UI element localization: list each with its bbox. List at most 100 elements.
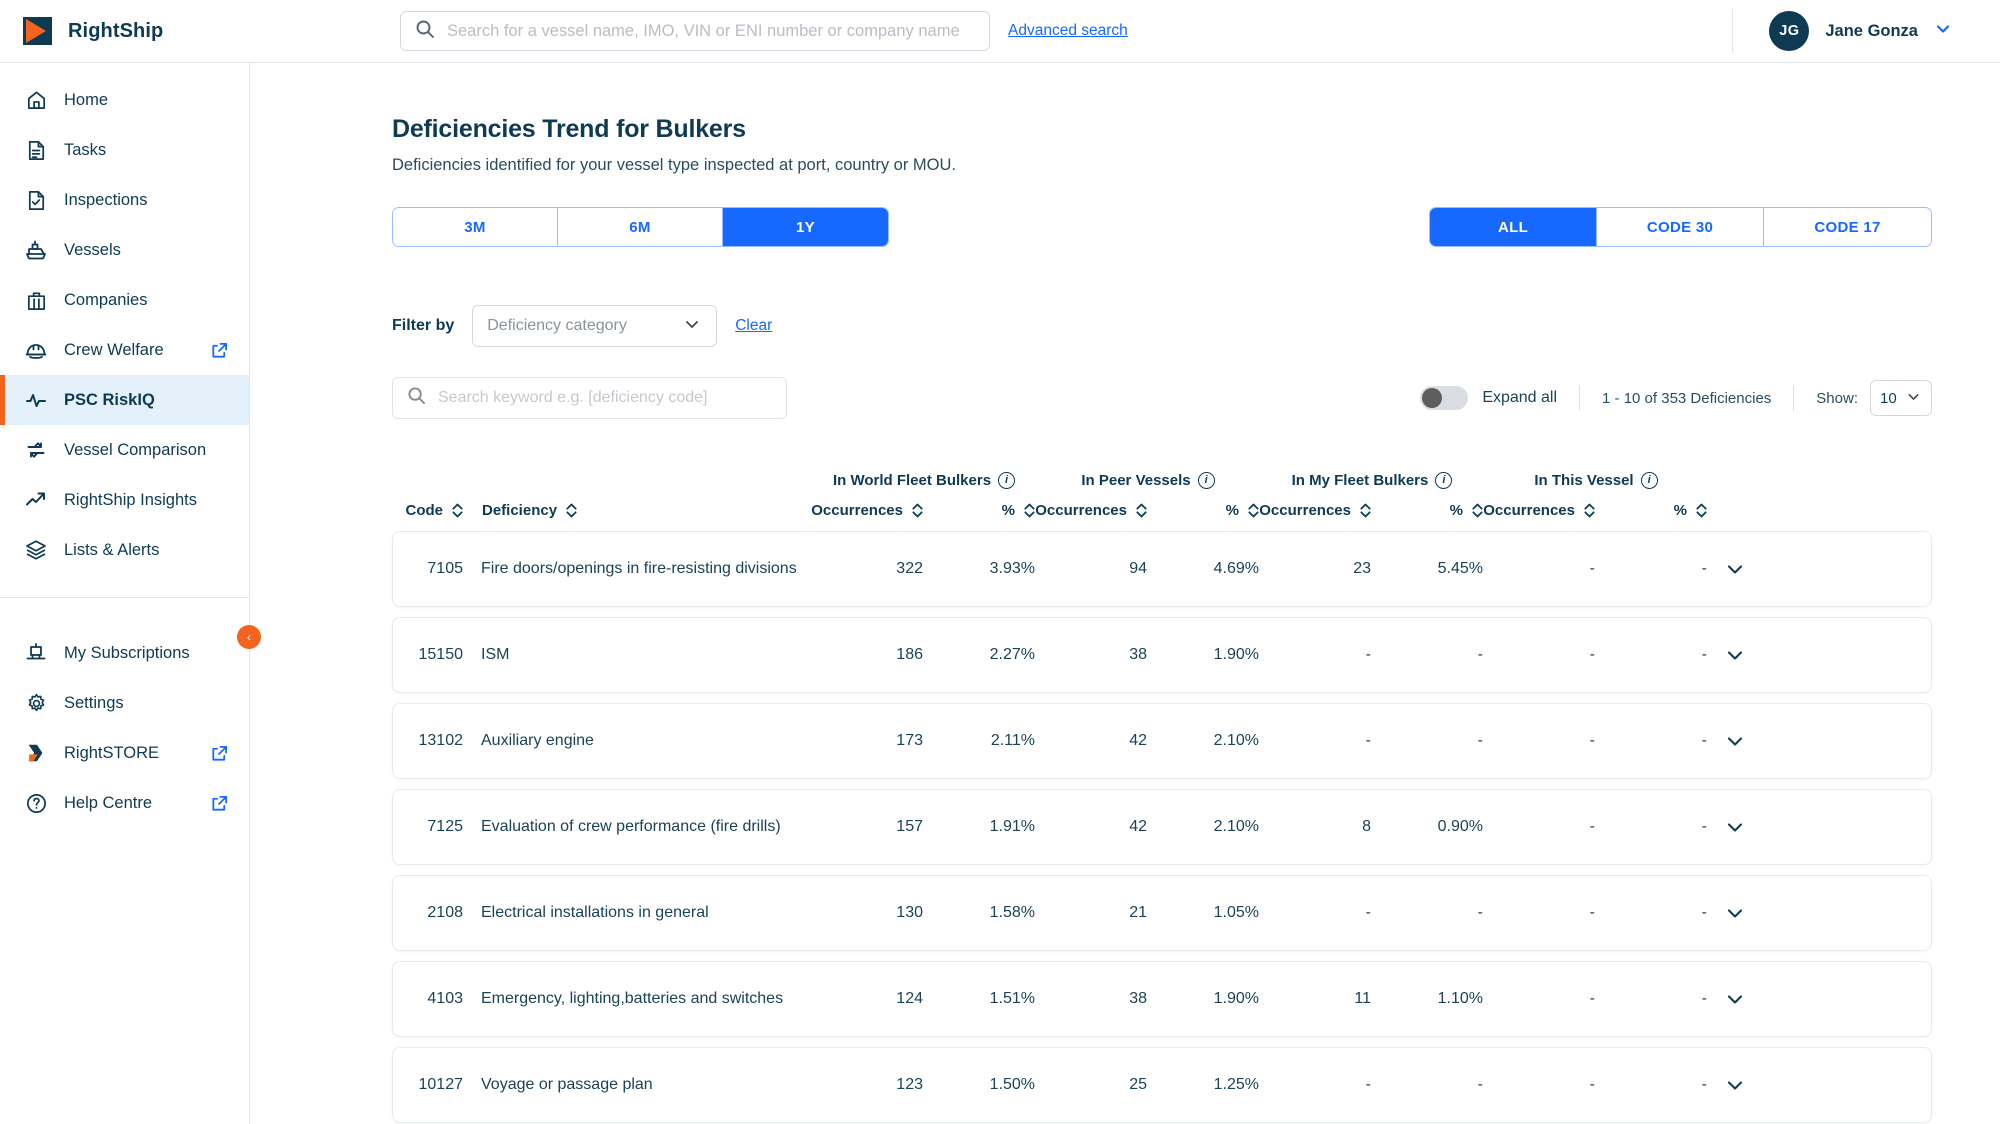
sidebar-collapse-button[interactable]: ‹ xyxy=(237,625,261,649)
search-icon xyxy=(407,386,426,410)
sort-toggle-icon[interactable] xyxy=(1359,502,1372,519)
sort-toggle-icon[interactable] xyxy=(565,502,578,519)
table-row[interactable]: 7125 Evaluation of crew performance (fire… xyxy=(392,789,1932,865)
col-header-code[interactable]: Code xyxy=(394,502,482,519)
external-link-icon[interactable] xyxy=(210,341,229,360)
info-icon[interactable]: i xyxy=(1435,472,1453,489)
row-expand-chevron-icon[interactable] xyxy=(1707,1074,1763,1096)
col-header-fleet-percent[interactable]: % xyxy=(1372,502,1484,519)
cell-peer-percent: 2.10% xyxy=(1213,732,1259,749)
global-search-box[interactable] xyxy=(400,11,990,51)
tab-code-30[interactable]: CODE 30 xyxy=(1597,208,1764,246)
row-expand-chevron-icon[interactable] xyxy=(1707,644,1763,666)
global-search-input[interactable] xyxy=(447,21,975,41)
sort-toggle-icon[interactable] xyxy=(911,502,924,519)
table-row[interactable]: 2108 Electrical installations in general 1… xyxy=(392,875,1932,951)
sidebar-item-psc-riskiq[interactable]: PSC RiskIQ xyxy=(0,375,249,425)
expand-all-control[interactable]: Expand all xyxy=(1420,386,1579,410)
tab-period-1y[interactable]: 1Y xyxy=(723,208,888,246)
cell-world-occurrences: 186 xyxy=(896,646,923,663)
col-header-peer-occurrences[interactable]: Occurrences xyxy=(1035,502,1148,519)
sidebar-item-inspections[interactable]: Inspections xyxy=(0,175,249,225)
keyword-search-input[interactable] xyxy=(438,389,772,407)
sidebar-item-settings[interactable]: Settings xyxy=(0,678,249,728)
gear-icon xyxy=(24,691,48,715)
cell-deficiency: Emergency, lighting,batteries and switch… xyxy=(481,990,784,1007)
external-link-icon[interactable] xyxy=(210,744,229,763)
sort-toggle-icon[interactable] xyxy=(1247,502,1260,519)
info-icon[interactable]: i xyxy=(1640,472,1658,489)
table-row[interactable]: 13102 Auxiliary engine 173 2.11% 42 2.10% - - - - xyxy=(392,703,1932,779)
tab-code-17[interactable]: CODE 17 xyxy=(1764,208,1931,246)
col-header-fleet-occurrences[interactable]: Occurrences xyxy=(1259,501,1372,519)
user-menu[interactable]: JG Jane Gonza xyxy=(1732,9,1952,53)
keyword-search-box[interactable] xyxy=(392,377,787,419)
col-header-peer-percent[interactable]: % xyxy=(1148,502,1260,519)
global-search-area: Advanced search xyxy=(400,11,1128,51)
cell-fleet-percent: 0.90% xyxy=(1437,818,1483,835)
inspections-check-document-icon xyxy=(24,188,48,212)
tab-code-all[interactable]: ALL xyxy=(1430,208,1597,246)
sidebar-item-tasks[interactable]: Tasks xyxy=(0,125,249,175)
sidebar-item-vessels[interactable]: Vessels xyxy=(0,225,249,275)
sidebar-item-companies[interactable]: Companies xyxy=(0,275,249,325)
sidebar-item-home[interactable]: Home xyxy=(0,75,249,125)
cell-deficiency: Fire doors/openings in fire-resisting di… xyxy=(481,560,797,577)
brand-logo[interactable]: RightShip xyxy=(0,15,250,47)
sidebar-item-lists-alerts[interactable]: Lists & Alerts xyxy=(0,525,249,575)
cell-peer-occurrences: 94 xyxy=(1129,560,1147,577)
cell-world-percent: 1.50% xyxy=(989,1076,1035,1093)
sort-toggle-icon[interactable] xyxy=(1583,502,1596,519)
sidebar: Home Tasks Inspections Vessels Companies… xyxy=(0,63,261,1124)
col-header-vessel-percent[interactable]: % xyxy=(1596,502,1708,519)
sort-toggle-icon[interactable] xyxy=(1471,502,1484,519)
external-link-icon[interactable] xyxy=(210,794,229,813)
row-expand-chevron-icon[interactable] xyxy=(1707,730,1763,752)
col-header-deficiency[interactable]: Deficiency xyxy=(482,502,812,519)
col-header-world-occurrences[interactable]: Occurrences xyxy=(811,502,924,519)
page-size-select[interactable]: 10 xyxy=(1870,380,1932,416)
sort-toggle-icon[interactable] xyxy=(1695,502,1708,519)
col-label: Code xyxy=(405,501,444,519)
deficiency-category-select[interactable]: Deficiency category xyxy=(472,305,718,347)
sidebar-item-my-subscriptions[interactable]: My Subscriptions xyxy=(0,628,249,678)
sort-toggle-icon[interactable] xyxy=(1023,502,1036,519)
cell-vessel-occurrences: - xyxy=(1589,732,1595,749)
sort-toggle-icon[interactable] xyxy=(1135,502,1148,519)
table-row[interactable]: 4103 Emergency, lighting,batteries and sw… xyxy=(392,961,1932,1037)
table-row[interactable]: 10127 Voyage or passage plan 123 1.50% 25 1.2… xyxy=(392,1047,1932,1123)
sidebar-item-vessel-comparison[interactable]: Vessel Comparison xyxy=(0,425,249,475)
row-expand-chevron-icon[interactable] xyxy=(1707,902,1763,924)
sort-toggle-icon[interactable] xyxy=(451,502,464,519)
cell-deficiency: Voyage or passage plan xyxy=(481,1076,653,1093)
cell-peer-percent: 1.90% xyxy=(1213,990,1259,1007)
cell-fleet-occurrences: 11 xyxy=(1354,990,1371,1007)
search-icon xyxy=(415,19,435,44)
expand-all-toggle[interactable] xyxy=(1420,386,1469,410)
tab-period-6m[interactable]: 6M xyxy=(558,208,723,246)
sidebar-item-label: RightSTORE xyxy=(64,743,160,762)
tab-period-3m[interactable]: 3M xyxy=(393,208,558,246)
cell-code: 7125 xyxy=(427,818,463,835)
advanced-search-link[interactable]: Advanced search xyxy=(1008,22,1128,40)
col-header-vessel-occurrences[interactable]: Occurrences xyxy=(1483,502,1596,519)
page-subtitle: Deficiencies identified for your vessel … xyxy=(392,156,957,174)
sidebar-item-rightship-insights[interactable]: RightShip Insights xyxy=(0,475,249,525)
sidebar-item-rightstore[interactable]: RightSTORE xyxy=(0,728,249,778)
sidebar-item-help-centre[interactable]: Help Centre xyxy=(0,778,249,828)
clear-filter-link[interactable]: Clear xyxy=(735,317,772,335)
row-expand-chevron-icon[interactable] xyxy=(1707,558,1763,580)
chevron-down-icon[interactable] xyxy=(1934,20,1952,43)
table-body: 7105 Fire doors/openings in fire-resistin… xyxy=(392,531,1932,1123)
cell-fleet-percent: - xyxy=(1477,646,1483,663)
row-expand-chevron-icon[interactable] xyxy=(1707,988,1763,1010)
col-header-world-percent[interactable]: % xyxy=(924,502,1036,519)
info-icon[interactable]: i xyxy=(998,472,1016,489)
table-row[interactable]: 7105 Fire doors/openings in fire-resistin… xyxy=(392,531,1932,607)
table-row[interactable]: 15150 ISM 186 2.27% 38 1.90% - - - - xyxy=(392,617,1932,693)
info-icon[interactable]: i xyxy=(1197,472,1215,489)
sidebar-item-crew-welfare[interactable]: Crew Welfare xyxy=(0,325,249,375)
row-expand-chevron-icon[interactable] xyxy=(1707,816,1763,838)
col-label: Occurrences xyxy=(1259,501,1351,519)
cell-fleet-percent: - xyxy=(1477,904,1483,921)
